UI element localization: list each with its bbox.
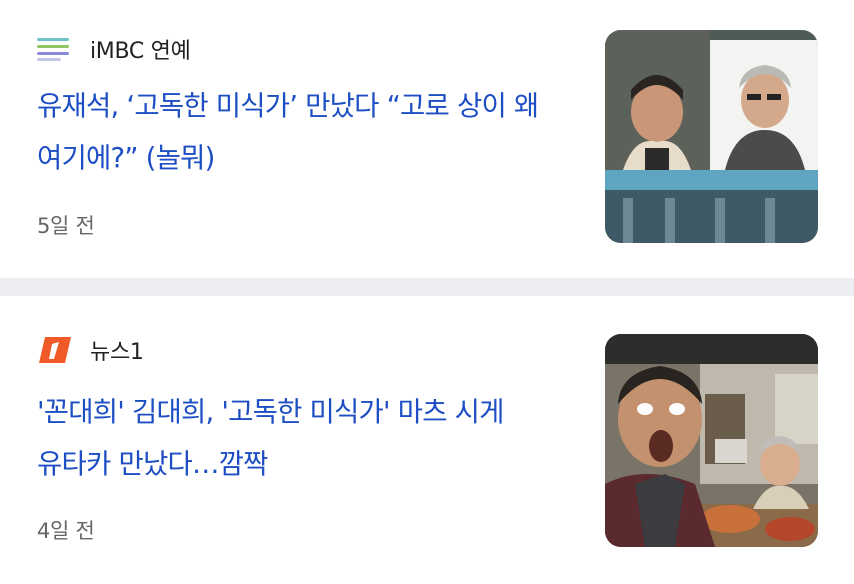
article-timestamp: 5일 전 — [37, 214, 95, 238]
article-timestamp: 4일 전 — [37, 519, 95, 543]
article-source: iMBC 연예 — [37, 32, 191, 66]
card-divider — [0, 278, 854, 296]
article-headline[interactable]: '꼰대희' 김대희, '고독한 미식가' 마츠 시게 유타카 만났다…깜짝 — [37, 386, 582, 490]
news-card-2[interactable]: 뉴스1 '꼰대희' 김대희, '고독한 미식가' 마츠 시게 유타카 만났다…깜… — [0, 296, 854, 584]
article-thumbnail[interactable] — [605, 30, 818, 243]
source-name: iMBC 연예 — [90, 39, 191, 64]
news1-logo-icon — [37, 335, 75, 365]
article-source: 뉴스1 — [37, 333, 144, 367]
article-thumbnail[interactable] — [605, 334, 818, 547]
news-card-1[interactable]: iMBC 연예 유재석, ‘고독한 미식가’ 만났다 “고로 상이 왜 여기에?… — [0, 0, 854, 278]
source-name: 뉴스1 — [90, 340, 144, 365]
imbc-lines-logo-icon — [37, 34, 75, 64]
article-headline[interactable]: 유재석, ‘고독한 미식가’ 만났다 “고로 상이 왜 여기에?” (놀뭐) — [37, 80, 582, 184]
